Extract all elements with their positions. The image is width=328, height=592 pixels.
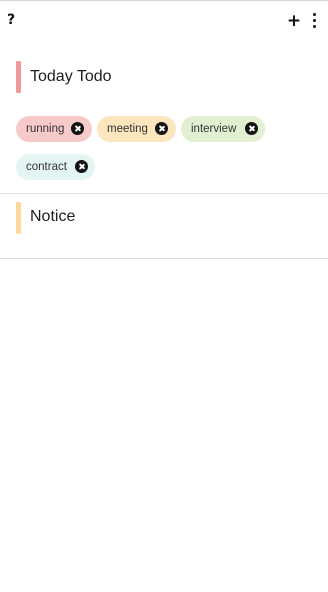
section-divider [0, 258, 328, 259]
notice-accent-bar [16, 202, 21, 234]
remove-tag-icon[interactable] [75, 160, 88, 173]
toolbar: ? + [0, 1, 328, 41]
remove-tag-icon[interactable] [155, 122, 168, 135]
today-accent-bar [16, 61, 21, 93]
tag-chip-interview[interactable]: interview [181, 116, 265, 142]
remove-tag-icon[interactable] [245, 122, 258, 135]
tag-chip-running[interactable]: running [16, 116, 92, 142]
tag-label: meeting [107, 123, 148, 135]
help-button[interactable]: ? [4, 10, 18, 30]
tag-chip-contract[interactable]: contract [16, 154, 95, 180]
tag-chip-meeting[interactable]: meeting [97, 116, 176, 142]
tag-label: interview [191, 123, 237, 135]
tag-label: running [26, 123, 65, 135]
notice-title: Notice [30, 208, 76, 225]
add-button[interactable]: + [286, 11, 302, 31]
today-title: Today Todo [30, 68, 112, 85]
section-divider [0, 193, 328, 194]
tag-label: contract [26, 161, 67, 173]
remove-tag-icon[interactable] [71, 122, 84, 135]
today-section-header: Today Todo [0, 61, 328, 93]
notice-section: Notice [0, 202, 328, 234]
more-vertical-icon[interactable] [306, 13, 322, 31]
notice-section-header: Notice [0, 202, 328, 234]
today-section: Today Todo [0, 61, 328, 93]
